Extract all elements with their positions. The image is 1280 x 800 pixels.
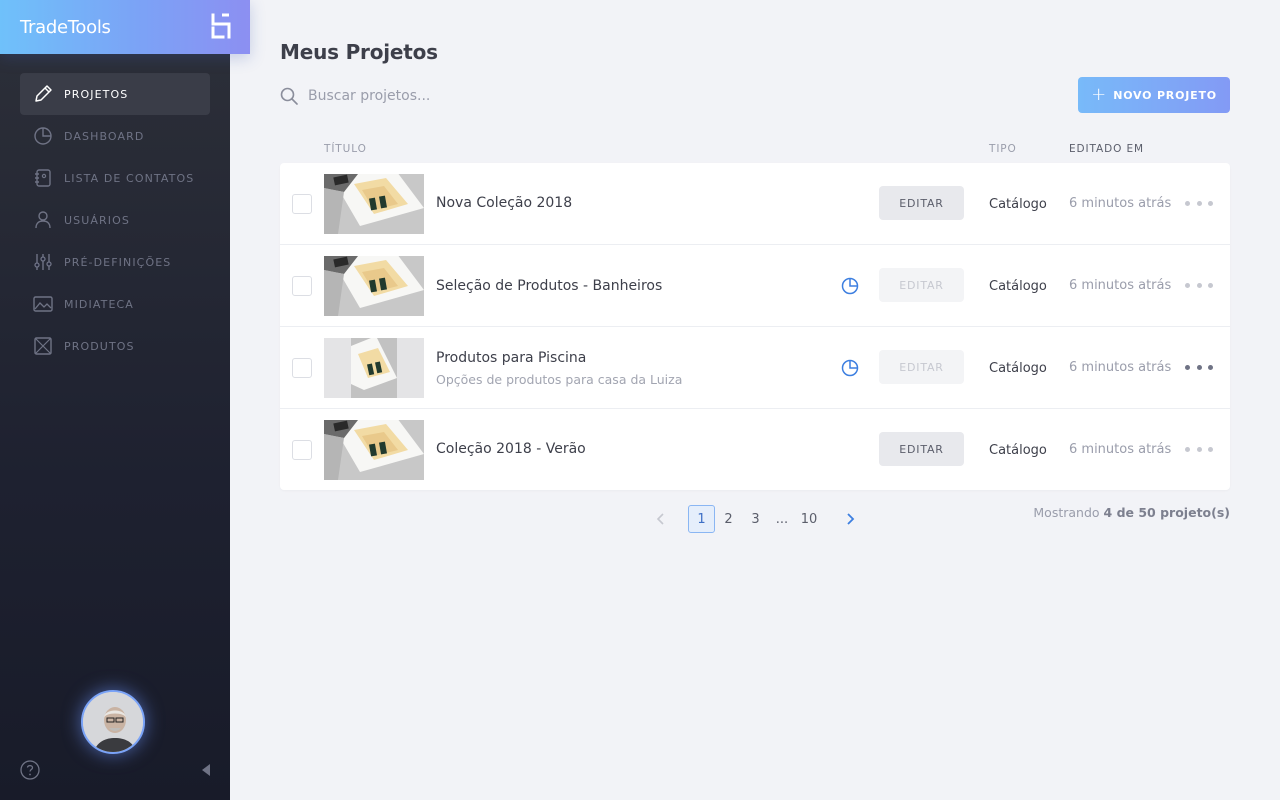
row-checkbox[interactable] <box>292 440 312 460</box>
table-row[interactable]: Seleção de Produtos - Banheiros EDITAR C… <box>280 245 1230 327</box>
plus-icon: + <box>1091 84 1107 105</box>
tradetools-logo-icon <box>211 13 231 39</box>
user-avatar[interactable] <box>81 690 145 754</box>
edit-button[interactable]: EDITAR <box>879 350 964 384</box>
project-thumbnail[interactable] <box>324 174 424 234</box>
project-type: Catálogo <box>989 361 1047 376</box>
sidebar: TradeTools PROJETOS DASHBOARD LISTA DE C… <box>0 0 250 800</box>
page-ellipsis: ... <box>775 511 789 527</box>
search-bar <box>280 85 680 107</box>
project-thumbnail[interactable] <box>324 338 424 398</box>
project-type: Catálogo <box>989 279 1047 294</box>
sidebar-item-produtos[interactable]: PRODUTOS <box>20 325 210 367</box>
edit-button[interactable]: EDITAR <box>879 186 964 220</box>
address-book-icon <box>32 167 54 189</box>
sidebar-item-label: PRODUTOS <box>64 339 135 353</box>
project-subtitle: Opções de produtos para casa da Luiza <box>436 372 683 387</box>
edited-time: 6 minutos atrás <box>1069 360 1172 375</box>
page-button[interactable]: 2 <box>715 505 742 533</box>
search-input[interactable] <box>308 88 608 104</box>
project-thumbnail[interactable] <box>324 420 424 480</box>
page-button[interactable]: 1 <box>688 505 715 533</box>
sidebar-item-label: MIDIATECA <box>64 297 134 311</box>
edited-time: 6 minutos atrás <box>1069 278 1172 293</box>
sidebar-item-projetos[interactable]: PROJETOS <box>20 73 210 115</box>
more-options-icon[interactable] <box>1185 277 1213 293</box>
edited-time: 6 minutos atrás <box>1069 442 1172 457</box>
brand-header: TradeTools <box>0 0 250 54</box>
edited-time: 6 minutos atrás <box>1069 196 1172 211</box>
edit-button[interactable]: EDITAR <box>879 268 964 302</box>
app-name: TradeTools <box>20 16 111 38</box>
sidebar-item-label: DASHBOARD <box>64 129 145 143</box>
new-project-button[interactable]: + NOVO PROJETO <box>1078 77 1230 113</box>
user-icon <box>32 209 54 231</box>
pagination: 1 2 3 ... 10 <box>650 505 861 533</box>
row-checkbox[interactable] <box>292 194 312 214</box>
project-title[interactable]: Seleção de Produtos - Banheiros <box>436 278 662 294</box>
column-header-edited[interactable]: EDITADO EM <box>1069 143 1144 155</box>
project-title[interactable]: Nova Coleção 2018 <box>436 195 572 211</box>
column-header-type[interactable]: TIPO <box>989 143 1017 155</box>
sidebar-item-contatos[interactable]: LISTA DE CONTATOS <box>20 157 210 199</box>
pie-chart-icon <box>32 125 54 147</box>
processing-pie-icon <box>841 277 859 295</box>
column-header-title[interactable]: TÍTULO <box>324 143 367 155</box>
sidebar-item-label: PROJETOS <box>64 87 129 101</box>
row-checkbox[interactable] <box>292 276 312 296</box>
collapse-arrow-icon[interactable] <box>200 763 212 777</box>
project-type: Catálogo <box>989 443 1047 458</box>
sidebar-item-dashboard[interactable]: DASHBOARD <box>20 115 210 157</box>
page-button[interactable]: 10 <box>795 505 823 533</box>
sidebar-nav: PROJETOS DASHBOARD LISTA DE CONTATOS USU… <box>20 73 210 367</box>
row-checkbox[interactable] <box>292 358 312 378</box>
projects-table: Nova Coleção 2018 EDITAR Catálogo 6 minu… <box>280 163 1230 490</box>
table-row[interactable]: Coleção 2018 - Verão EDITAR Catálogo 6 m… <box>280 409 1230 490</box>
next-page-chevron-icon[interactable] <box>841 505 861 533</box>
pencil-icon <box>32 83 54 105</box>
more-options-icon[interactable] <box>1185 359 1213 375</box>
results-count-prefix: Mostrando <box>1033 505 1100 520</box>
more-options-icon[interactable] <box>1185 441 1213 457</box>
sidebar-item-midiateca[interactable]: MIDIATECA <box>20 283 210 325</box>
prev-page-chevron-icon[interactable] <box>650 505 670 533</box>
help-icon[interactable] <box>20 760 40 780</box>
sidebar-item-usuarios[interactable]: USUÁRIOS <box>20 199 210 241</box>
sidebar-item-label: LISTA DE CONTATOS <box>64 171 195 185</box>
table-row[interactable]: Nova Coleção 2018 EDITAR Catálogo 6 minu… <box>280 163 1230 245</box>
box-icon <box>32 335 54 357</box>
sidebar-item-label: PRÉ-DEFINIÇÕES <box>64 255 172 269</box>
sidebar-item-label: USUÁRIOS <box>64 213 130 227</box>
more-options-icon[interactable] <box>1185 195 1213 211</box>
page-button[interactable]: 3 <box>742 505 769 533</box>
sidebar-item-predefinicoes[interactable]: PRÉ-DEFINIÇÕES <box>20 241 210 283</box>
results-count: Mostrando 4 de 50 projeto(s) <box>1033 505 1230 520</box>
table-row[interactable]: Produtos para Piscina Opções de produtos… <box>280 327 1230 409</box>
sliders-icon <box>32 251 54 273</box>
page-title: Meus Projetos <box>280 40 438 64</box>
project-type: Catálogo <box>989 197 1047 212</box>
processing-pie-icon <box>841 359 859 377</box>
edit-button[interactable]: EDITAR <box>879 432 964 466</box>
results-count-value: 4 de 50 projeto(s) <box>1103 505 1230 520</box>
search-icon <box>280 87 298 105</box>
project-title[interactable]: Coleção 2018 - Verão <box>436 441 586 457</box>
new-project-label: NOVO PROJETO <box>1113 88 1217 102</box>
project-thumbnail[interactable] <box>324 256 424 316</box>
image-icon <box>32 293 54 315</box>
project-title[interactable]: Produtos para Piscina <box>436 350 586 366</box>
